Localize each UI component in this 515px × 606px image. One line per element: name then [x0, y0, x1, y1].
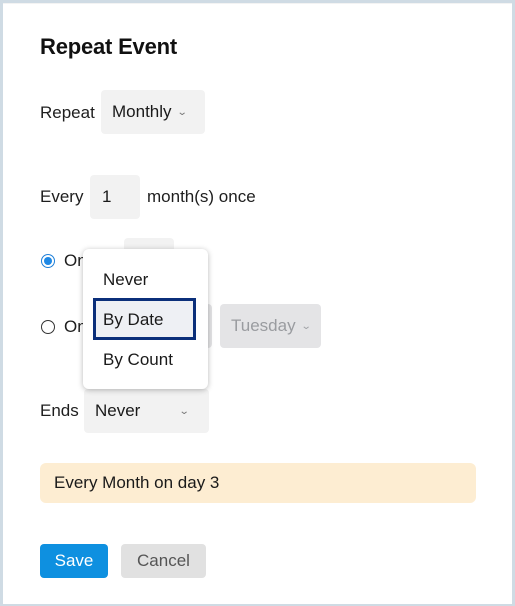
every-label: Every: [40, 187, 84, 206]
chevron-down-icon: ⌄: [176, 106, 188, 118]
ends-option-by-count[interactable]: By Count: [103, 350, 173, 370]
repeat-select-value: Monthly: [112, 102, 172, 121]
on-day-radio[interactable]: [41, 254, 55, 268]
chevron-down-icon: ⌄: [300, 320, 312, 332]
ends-option-by-date[interactable]: By Date: [103, 310, 163, 330]
on-weekday-option[interactable]: On: [41, 317, 87, 337]
save-button[interactable]: Save: [40, 544, 108, 578]
recurrence-summary: Every Month on day 3: [40, 463, 476, 503]
on-day-option[interactable]: On: [41, 251, 87, 271]
every-interval-value: 1: [102, 187, 112, 206]
every-suffix-label: month(s) once: [147, 187, 256, 206]
ends-dropdown-menu: Never By Date By Count: [83, 249, 208, 389]
on-weekday-radio[interactable]: [41, 320, 55, 334]
dialog-title: Repeat Event: [40, 34, 177, 59]
weekday-select[interactable]: Tuesday ⌄: [220, 304, 321, 348]
ends-option-never[interactable]: Never: [103, 270, 148, 290]
weekday-select-value: Tuesday: [231, 316, 296, 335]
repeat-select[interactable]: Monthly ⌄: [101, 90, 205, 134]
every-interval-input[interactable]: 1: [90, 175, 140, 219]
recurrence-summary-text: Every Month on day 3: [54, 473, 220, 492]
ends-select[interactable]: Never ⌄: [84, 389, 209, 433]
repeat-event-dialog: Repeat Event Repeat Monthly ⌄ Every 1 mo…: [3, 3, 512, 604]
chevron-down-icon: ⌄: [179, 405, 191, 417]
repeat-label: Repeat: [40, 103, 95, 122]
cancel-button[interactable]: Cancel: [121, 544, 206, 578]
ends-label: Ends: [40, 401, 79, 420]
ends-select-value: Never: [95, 401, 141, 420]
